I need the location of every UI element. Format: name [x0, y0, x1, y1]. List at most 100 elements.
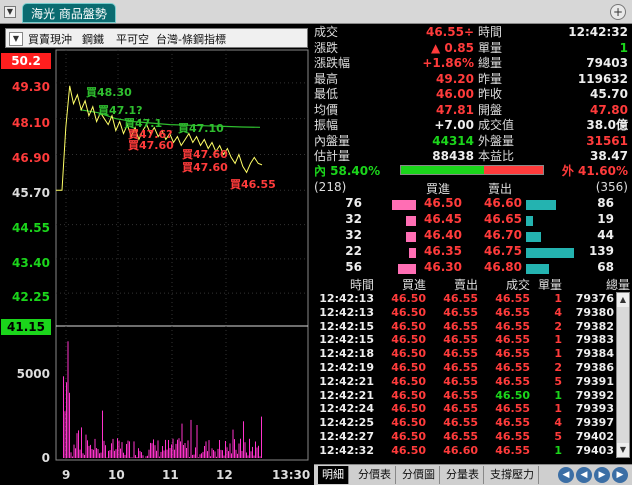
quote-label: 漲跌幅 [314, 56, 351, 70]
tab-price-table[interactable]: 分價表 [354, 466, 396, 484]
orderbook-row[interactable]: 76 46.50 46.60 86 [314, 196, 632, 212]
tick-cell: 46.60 [443, 443, 478, 457]
volume-bar [148, 449, 150, 458]
trade-annotation: 買47.60 [182, 148, 228, 161]
trade-annotation: 買47.60 [128, 139, 174, 152]
bid-volume: 32 [345, 212, 362, 226]
ask-header: 賣出 [488, 182, 513, 196]
tick-cell: 46.55 [495, 305, 530, 319]
tick-cell: 46.50 [391, 333, 426, 347]
tick-scrollbar[interactable]: ▲ ▼ [616, 292, 630, 458]
tick-cell: 46.50 [495, 388, 530, 402]
tab-volume-table[interactable]: 分量表 [442, 466, 484, 484]
volume-bar [99, 453, 100, 458]
volume-bar [184, 443, 186, 458]
scroll-up-icon[interactable]: ▲ [617, 293, 629, 307]
menu-dropdown-icon[interactable]: ▼ [4, 6, 16, 18]
volume-bar [135, 455, 136, 458]
volume-bar [210, 456, 211, 458]
tick-cell: 46.50 [391, 388, 426, 402]
zoom-icon[interactable]: + [610, 4, 626, 20]
volume-bar [139, 450, 141, 458]
volume-bar [93, 449, 94, 458]
orderbook-row[interactable]: 32 46.40 46.70 44 [314, 228, 632, 244]
tick-row[interactable]: 12:42:19 46.50 46.55 46.55 2 79386 [314, 361, 632, 375]
tab-price-chart[interactable]: 分價圖 [398, 466, 440, 484]
tab-support-resistance[interactable]: 支撐壓力 [486, 466, 539, 484]
tick-row[interactable]: 12:42:15 46.50 46.55 46.55 2 79382 [314, 320, 632, 334]
bid-volume: 32 [345, 228, 362, 242]
ask-volume-bar [526, 232, 541, 242]
quote-label: 總量 [478, 56, 503, 70]
tick-cell: 46.55 [443, 333, 478, 347]
nav-first-icon[interactable]: ◀ [558, 467, 574, 483]
volume-bar [120, 448, 121, 458]
volume-bar [75, 448, 76, 458]
tick-row[interactable]: 12:42:21 46.50 46.55 46.50 1 79392 [314, 389, 632, 403]
tick-row[interactable]: 12:42:18 46.50 46.55 46.55 1 79384 [314, 347, 632, 361]
volume-bar [130, 457, 132, 458]
volume-bar [168, 440, 169, 458]
tick-row[interactable]: 12:42:24 46.50 46.55 46.55 1 79393 [314, 402, 632, 416]
tick-row[interactable]: 12:42:15 46.50 46.55 46.55 1 79383 [314, 333, 632, 347]
volume-bar [204, 446, 205, 458]
quote-row: 振幅 +7.00 成交值 38.0億 [314, 117, 632, 133]
ratio-bar [400, 165, 544, 175]
ask-volume-bar [526, 200, 556, 210]
ask-volume: 68 [597, 260, 614, 274]
tick-row[interactable]: 12:42:25 46.50 46.55 46.55 4 79397 [314, 416, 632, 430]
inner-ratio: 內 58.40% [314, 164, 381, 178]
quote-value: 79403 [586, 56, 628, 70]
tick-cell: 46.50 [391, 374, 426, 388]
orderbook-row[interactable]: 56 46.30 46.80 68 [314, 260, 632, 276]
time-tick: 10 [108, 468, 125, 482]
volume-bar [169, 448, 171, 458]
quote-value: 47.80 [590, 102, 628, 117]
tick-cell: 79380 [575, 305, 614, 319]
outer-ratio: 外 41.60% [561, 164, 628, 178]
tick-cell: 46.50 [391, 430, 426, 443]
tick-cell: 1 [554, 333, 562, 347]
volume-bar [222, 450, 223, 458]
nav-next-icon[interactable]: ▶ [594, 467, 610, 483]
ask-volume: 139 [588, 244, 614, 258]
chart-menu-icon[interactable]: ▼ [9, 32, 23, 46]
tick-row[interactable]: 12:42:32 46.50 46.60 46.55 1 79403 [314, 444, 632, 458]
orderbook-row[interactable]: 22 46.35 46.75 139 [314, 244, 632, 260]
quote-label: 昨收 [478, 87, 503, 101]
nav-last-icon[interactable]: ▶ [612, 467, 628, 483]
intraday-chart[interactable]: 買48.30買47.1?買47.1 買47.10買47.6?買47.60買47.6… [0, 48, 312, 464]
bid-volume: 56 [345, 260, 362, 274]
ticks-column-header: 單量 [537, 278, 562, 292]
volume-bar [96, 448, 97, 458]
tick-cell: 46.55 [443, 374, 478, 388]
tick-cell: 46.50 [391, 402, 426, 416]
scroll-down-icon[interactable]: ▼ [617, 443, 629, 457]
tick-row[interactable]: 12:42:21 46.50 46.55 46.55 5 79391 [314, 375, 632, 389]
quote-label: 開盤 [478, 102, 503, 117]
tick-row[interactable]: 12:42:27 46.50 46.55 46.55 5 79402 [314, 430, 632, 444]
volume-bar [159, 456, 160, 458]
tick-cell: 79391 [575, 374, 614, 388]
quote-label: 最高 [314, 71, 339, 86]
tick-cell: 79403 [575, 443, 614, 457]
tab-detail[interactable]: 明細 [318, 466, 349, 484]
volume-bar [150, 442, 151, 458]
volume-bar [217, 448, 219, 458]
tick-cell: 79397 [575, 416, 614, 430]
quote-row: 漲跌幅 +1.86% 總量 79403 [314, 55, 632, 71]
orderbook-row[interactable]: 32 46.45 46.65 19 [314, 212, 632, 228]
volume-bar [244, 442, 246, 458]
volume-bar [142, 455, 144, 458]
volume-bar [181, 423, 183, 458]
tick-cell: 12:42:19 [319, 361, 374, 374]
quote-label: 漲跌 [314, 40, 339, 55]
window-title-tab[interactable]: 海光 商品盤勢 [22, 3, 116, 23]
nav-prev-icon[interactable]: ◀ [576, 467, 592, 483]
volume-bar [243, 421, 244, 458]
tick-row[interactable]: 12:42:13 46.50 46.55 46.55 4 79380 [314, 306, 632, 320]
tick-row[interactable]: 12:42:13 46.50 46.55 46.55 1 79376 [314, 292, 632, 306]
tick-cell: 4 [554, 305, 562, 319]
quote-row: 最高 49.20 昨量 119632 [314, 71, 632, 87]
volume-bar [234, 439, 235, 458]
